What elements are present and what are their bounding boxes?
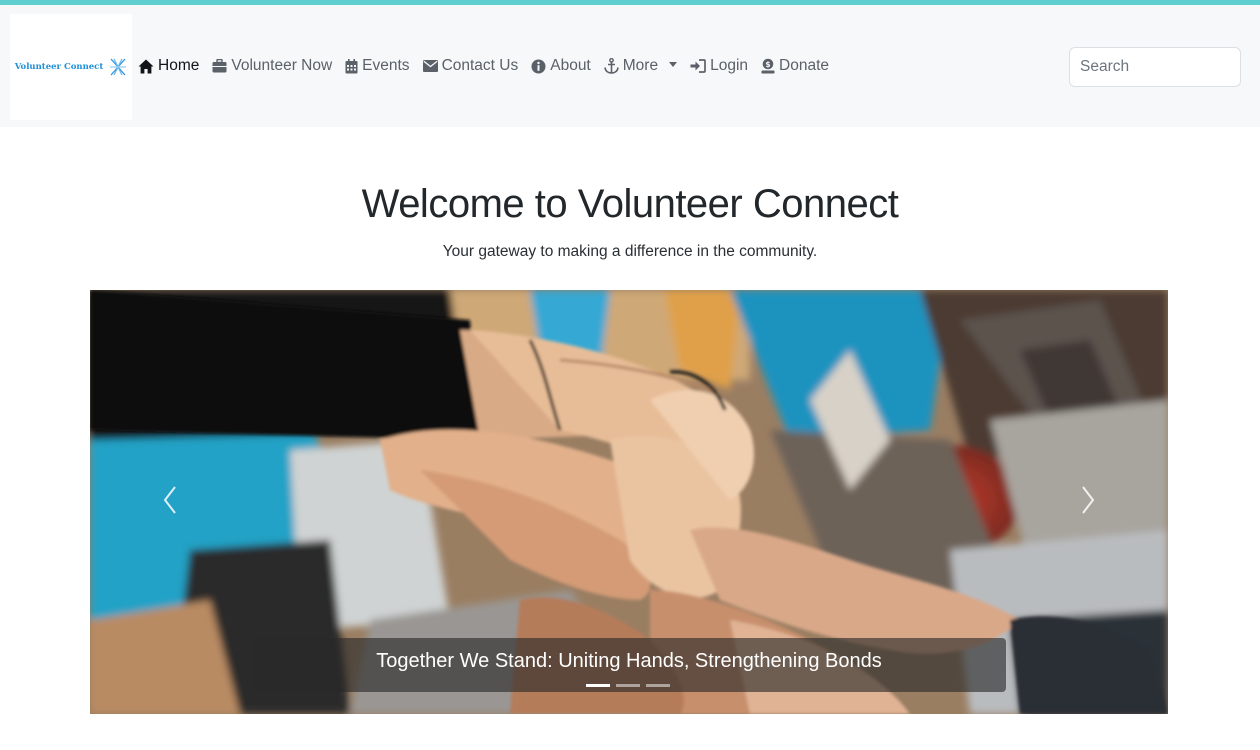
nav-item-contact-us[interactable]: Contact Us: [422, 57, 519, 75]
envelope-icon: [422, 60, 438, 72]
nav-item-home[interactable]: Home: [138, 57, 199, 75]
home-icon: [138, 59, 154, 74]
nav-item-more-dropdown[interactable]: More: [603, 57, 678, 75]
brand-logo[interactable]: Volunteer Connect: [10, 14, 132, 120]
info-circle-icon: [531, 59, 546, 74]
brand-name: Volunteer Connect: [14, 62, 104, 72]
carousel-indicators: [586, 684, 670, 687]
carousel-prev-button[interactable]: [150, 470, 190, 530]
carousel-caption: Together We Stand: Uniting Hands, Streng…: [376, 650, 882, 672]
anchor-icon: [603, 58, 619, 74]
nav-label-more: More: [622, 57, 659, 74]
calendar-icon: [345, 58, 358, 74]
nav-label-contact-us: Contact Us: [441, 57, 519, 74]
page-subtitle: Your gateway to making a difference in t…: [442, 243, 818, 260]
nav-item-login[interactable]: Login: [690, 57, 748, 75]
nav-item-volunteer-now[interactable]: Volunteer Now: [212, 57, 332, 75]
sparkle-x-logo-icon: [109, 57, 127, 77]
nav-item-donate[interactable]: $ Donate: [761, 57, 829, 75]
nav-label-login: Login: [710, 57, 749, 74]
donate-icon: $: [761, 58, 775, 74]
search-input[interactable]: [1069, 47, 1241, 87]
sign-in-icon: [690, 59, 706, 73]
nav-menu: Home Volunteer Now Events Contact Us Abo…: [138, 5, 829, 127]
nav-item-about[interactable]: About: [531, 57, 591, 75]
nav-label-donate: Donate: [779, 57, 829, 74]
chevron-right-icon: [1082, 486, 1095, 514]
carousel-indicator-1[interactable]: [586, 684, 610, 687]
page-title: Welcome to Volunteer Connect: [361, 182, 899, 226]
nav-label-about: About: [550, 57, 591, 74]
svg-text:$: $: [765, 60, 770, 69]
caret-down-icon: [669, 62, 678, 67]
nav-label-events: Events: [362, 57, 410, 74]
navbar: Volunteer Connect Home Volunteer Now Eve…: [0, 5, 1260, 127]
carousel-next-button[interactable]: [1068, 470, 1108, 530]
image-carousel[interactable]: Together We Stand: Uniting Hands, Streng…: [90, 290, 1168, 714]
chevron-left-icon: [163, 486, 176, 514]
nav-label-volunteer-now: Volunteer Now: [231, 57, 333, 74]
briefcase-icon: [212, 59, 227, 73]
nav-label-home: Home: [158, 57, 200, 74]
nav-item-events[interactable]: Events: [345, 57, 410, 75]
carousel-indicator-2[interactable]: [616, 684, 640, 687]
carousel-indicator-3[interactable]: [646, 684, 670, 687]
